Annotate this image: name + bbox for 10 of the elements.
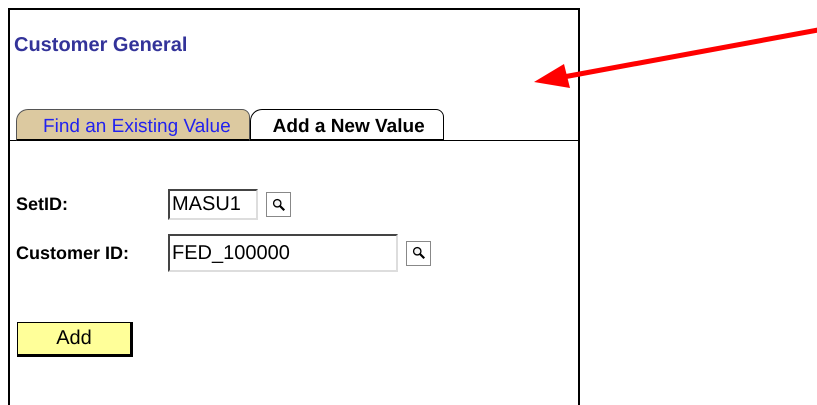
tab[interactable]: Find an Existing Value (16, 109, 250, 141)
field-label: Customer ID: (16, 242, 130, 264)
input-field[interactable]: FED_100000 (168, 234, 398, 272)
tab[interactable]: Add a New Value (250, 109, 444, 141)
add-button[interactable]: Add (17, 322, 133, 357)
page-title: Customer General (13, 34, 188, 58)
input-field[interactable]: MASU1 (168, 189, 258, 220)
field-label: SetID: (16, 194, 70, 215)
search-icon[interactable] (406, 240, 431, 266)
search-icon[interactable] (266, 192, 291, 217)
